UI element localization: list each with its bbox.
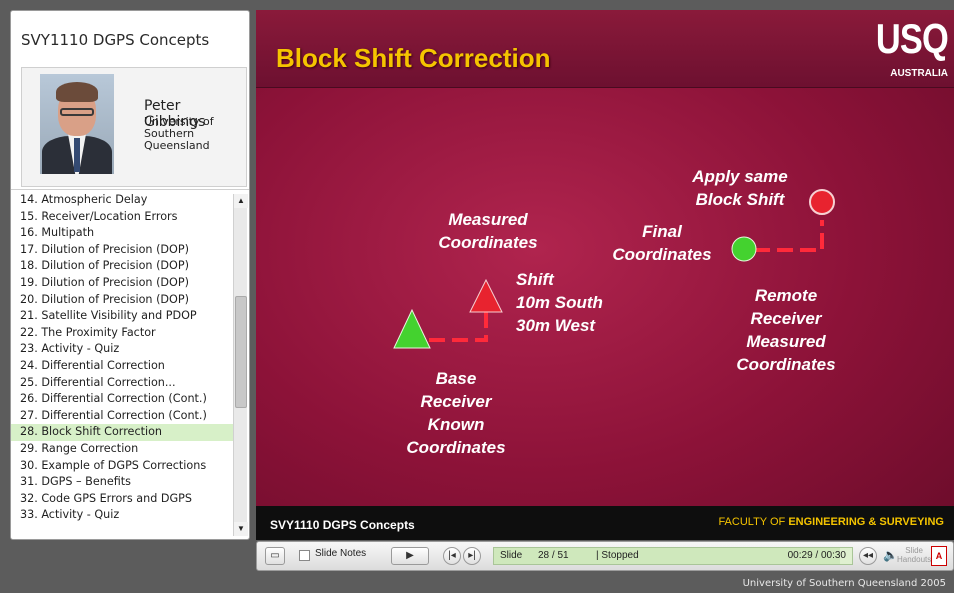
sidebar: SVY1110 DGPS Concepts Peter Gibbings Uni… xyxy=(10,10,250,540)
player-controls: ▭ Slide Notes ▶ |◂ ▸| Slide 28 / 51 | St… xyxy=(256,541,954,571)
outline-item[interactable]: 14. Atmospheric Delay xyxy=(11,192,233,209)
outline-scrollbar[interactable]: ▲ ▼ xyxy=(233,194,248,536)
label-shift: Shift 10m South 30m West xyxy=(516,270,603,335)
footer-course: SVY1110 DGPS Concepts xyxy=(270,518,415,532)
play-button[interactable]: ▶ xyxy=(391,547,429,565)
outline-item[interactable]: 26. Differential Correction (Cont.) xyxy=(11,391,233,408)
slide-notes-label: Slide Notes xyxy=(315,548,367,559)
outline-item[interactable]: 15. Receiver/Location Errors xyxy=(11,209,233,226)
final-circle xyxy=(731,236,757,262)
outline-item[interactable]: 28. Block Shift Correction xyxy=(11,424,233,441)
previous-slide-button[interactable]: |◂ xyxy=(443,547,461,565)
slide-canvas: Block Shift Correction USQ AUSTRALIA Mea… xyxy=(256,10,954,540)
outline-item[interactable]: 32. Code GPS Errors and DGPS xyxy=(11,491,233,508)
scroll-up-arrow-icon[interactable]: ▲ xyxy=(234,194,248,208)
outline-item[interactable]: 31. DGPS – Benefits xyxy=(11,474,233,491)
remote-connector xyxy=(754,220,824,252)
toggle-sidebar-button[interactable]: ▭ xyxy=(265,547,285,565)
playback-time: 00:29 / 00:30 xyxy=(787,550,846,561)
course-title: SVY1110 DGPS Concepts xyxy=(21,31,210,49)
outline-item[interactable]: 30. Example of DGPS Corrections xyxy=(11,458,233,475)
outline-item[interactable]: 17. Dilution of Precision (DOP) xyxy=(11,242,233,259)
outline-item[interactable]: 29. Range Correction xyxy=(11,441,233,458)
scroll-thumb[interactable] xyxy=(235,296,247,408)
slide-position: 28 / 51 xyxy=(538,550,569,561)
presenter-photo xyxy=(40,74,114,174)
outline-list: 14. Atmospheric Delay 15. Receiver/Locati… xyxy=(11,192,233,524)
outline-item[interactable]: 25. Differential Correction... xyxy=(11,375,233,392)
slide-notes-checkbox[interactable] xyxy=(299,550,310,561)
footer-faculty: FACULTY OF ENGINEERING & SURVEYING xyxy=(718,516,944,528)
measured-triangle xyxy=(469,278,503,313)
outline-item[interactable]: 33. Activity - Quiz xyxy=(11,507,233,524)
remote-circle xyxy=(809,189,835,215)
outline-item[interactable]: 19. Dilution of Precision (DOP) xyxy=(11,275,233,292)
volume-icon[interactable]: 🔈 xyxy=(883,548,898,562)
outline-item[interactable]: 27. Differential Correction (Cont.) xyxy=(11,408,233,425)
slide-outline: 14. Atmospheric Delay 15. Receiver/Locati… xyxy=(11,189,249,539)
scroll-down-arrow-icon[interactable]: ▼ xyxy=(234,522,248,536)
outline-item[interactable]: 22. The Proximity Factor xyxy=(11,325,233,342)
slide-label: Slide xyxy=(500,550,523,561)
outline-item[interactable]: 23. Activity - Quiz xyxy=(11,341,233,358)
outline-item[interactable]: 20. Dilution of Precision (DOP) xyxy=(11,292,233,309)
slide-handouts-label: Slide Handouts xyxy=(897,546,932,564)
presenter-org: University of Southern Queensland xyxy=(144,115,214,152)
outline-item[interactable]: 24. Differential Correction xyxy=(11,358,233,375)
label-final: Final Coordinates xyxy=(612,222,712,264)
base-known-triangle xyxy=(393,308,431,349)
playback-status: | Stopped xyxy=(596,550,639,561)
label-measured: Measured Coordinates xyxy=(438,210,538,252)
pdf-icon[interactable]: A xyxy=(931,546,947,566)
copyright-text: University of Southern Queensland 2005 xyxy=(742,578,946,589)
label-apply: Apply same Block Shift xyxy=(692,167,788,209)
outline-item[interactable]: 21. Satellite Visibility and PDOP xyxy=(11,308,233,325)
outline-item[interactable]: 16. Multipath xyxy=(11,225,233,242)
slide-footer: SVY1110 DGPS Concepts FACULTY OF ENGINEE… xyxy=(256,506,954,540)
outline-item[interactable]: 18. Dilution of Precision (DOP) xyxy=(11,258,233,275)
progress-bar[interactable]: Slide 28 / 51 | Stopped 00:29 / 00:30 xyxy=(493,547,853,565)
next-slide-button[interactable]: ▸| xyxy=(463,547,481,565)
label-remote: Remote Receiver Measured Coordinates xyxy=(736,286,836,374)
label-base: Base Receiver Known Coordinates xyxy=(406,369,506,457)
presenter-panel: Peter Gibbings University of Southern Qu… xyxy=(21,67,247,187)
rewind-button[interactable]: ◂◂ xyxy=(859,547,877,565)
